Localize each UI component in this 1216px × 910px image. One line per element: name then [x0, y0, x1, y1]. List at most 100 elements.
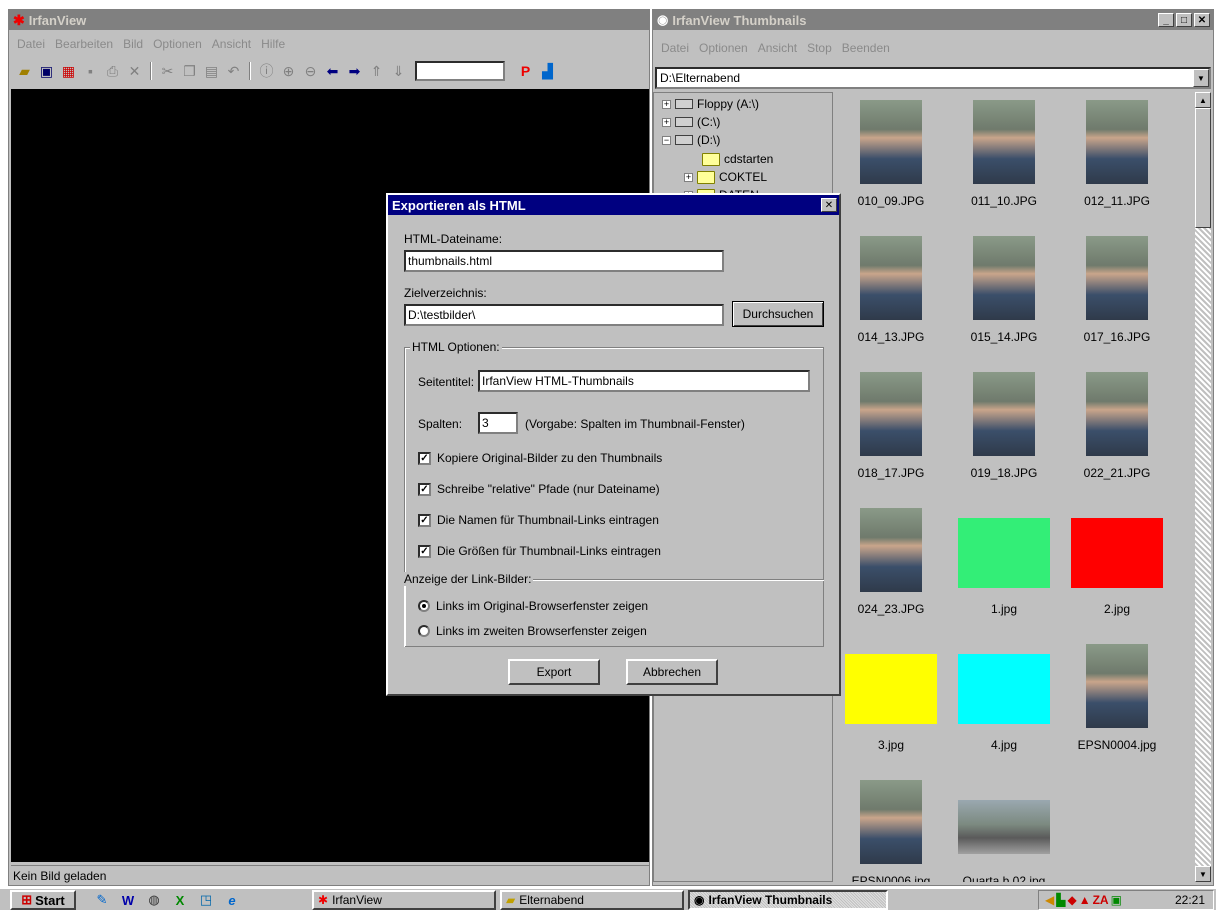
thumbnail-item[interactable]: 010_09.JPG: [835, 100, 947, 234]
tree-item-cdstarten[interactable]: cdstarten: [702, 150, 773, 168]
paint-icon[interactable]: P: [516, 62, 535, 81]
first-file-icon[interactable]: ⇑: [367, 62, 386, 81]
task-irfanview-thumbnails[interactable]: ◉ IrfanView Thumbnails: [688, 890, 888, 910]
word-quicklaunch-icon[interactable]: W: [120, 892, 136, 908]
menu-beenden[interactable]: Beenden: [842, 41, 890, 55]
copy-icon[interactable]: ❐: [180, 62, 199, 81]
thumbnails-icon[interactable]: ▦: [59, 62, 78, 81]
dialog-close-icon[interactable]: ✕: [821, 198, 837, 212]
main-title-bar[interactable]: ✱ IrfanView: [9, 10, 649, 30]
next-arrow-icon[interactable]: ➡: [345, 62, 364, 81]
menu-optionen[interactable]: Optionen: [153, 37, 202, 51]
chevron-down-icon[interactable]: ▼: [1193, 69, 1209, 87]
zonealarm-icon[interactable]: ZA: [1093, 893, 1109, 907]
task-irfanview[interactable]: ✱ IrfanView: [312, 890, 496, 910]
thumbnail-item[interactable]: 011_10.JPG: [948, 100, 1060, 234]
thumbnail-label: EPSN0006.jpg: [851, 874, 931, 882]
thumbnail-item[interactable]: 4.jpg: [948, 644, 1060, 778]
task-elternabend[interactable]: ▰ Elternabend: [500, 890, 684, 910]
tree-item-coktel[interactable]: + COKTEL: [684, 168, 767, 186]
explorer-quicklaunch-icon[interactable]: ◳: [198, 892, 214, 908]
previous-arrow-icon[interactable]: ⬅: [323, 62, 342, 81]
last-file-icon[interactable]: ⇓: [389, 62, 408, 81]
copy-originals-checkbox[interactable]: ✓ Kopiere Original-Bilder zu den Thumbna…: [418, 451, 662, 465]
scroll-up-icon[interactable]: ▲: [1195, 92, 1211, 108]
thumbnail-item[interactable]: 012_11.JPG: [1061, 100, 1173, 234]
thumbnail-item[interactable]: 022_21.JPG: [1061, 372, 1173, 506]
expand-icon[interactable]: +: [662, 117, 671, 127]
paint-quicklaunch-icon[interactable]: ◍: [146, 892, 162, 908]
tray-monitor-icon[interactable]: ▣: [1111, 893, 1122, 907]
folder-path-combo[interactable]: D:\Elternabend ▼: [655, 67, 1211, 89]
zoom-out-icon[interactable]: ⊖: [301, 62, 320, 81]
tree-item-c-drive[interactable]: + (C:\): [662, 113, 720, 131]
thumbnail-item[interactable]: 017_16.JPG: [1061, 236, 1173, 370]
slideshow-icon[interactable]: ▣: [37, 62, 56, 81]
print-icon[interactable]: ⎙: [103, 62, 122, 81]
menu-ansicht[interactable]: Ansicht: [212, 37, 251, 51]
open-folder-icon[interactable]: ▰: [15, 62, 34, 81]
expand-icon[interactable]: +: [662, 99, 671, 109]
columns-input[interactable]: 3: [478, 412, 518, 434]
zoom-in-icon[interactable]: ⊕: [279, 62, 298, 81]
menu-datei[interactable]: Datei: [661, 41, 689, 55]
thumbnail-item[interactable]: EPSN0006.jpg: [835, 780, 947, 882]
thumbnail-item[interactable]: Quarta b 02.jpg: [948, 780, 1060, 882]
export-button[interactable]: Export: [508, 659, 600, 685]
thumbnails-title-bar[interactable]: ◉ IrfanView Thumbnails: [653, 10, 1213, 30]
paste-icon[interactable]: ▤: [202, 62, 221, 81]
cancel-button[interactable]: Abbrechen: [626, 659, 718, 685]
scroll-down-icon[interactable]: ▼: [1195, 866, 1211, 882]
tray-app-icon[interactable]: ◆: [1067, 893, 1076, 907]
radio-original-window[interactable]: Links im Original-Browserfenster zeigen: [418, 599, 648, 613]
dialog-title-bar[interactable]: Exportieren als HTML: [388, 195, 839, 215]
close-button[interactable]: ✕: [1194, 13, 1210, 27]
collapse-icon[interactable]: −: [662, 135, 671, 145]
sizes-links-checkbox[interactable]: ✓ Die Größen für Thumbnail-Links eintrag…: [418, 544, 661, 558]
antivirus-icon[interactable]: ▲: [1079, 893, 1091, 907]
network-icon[interactable]: ▙: [1056, 893, 1065, 907]
menu-hilfe[interactable]: Hilfe: [261, 37, 285, 51]
radio-second-window[interactable]: Links im zweiten Browserfenster zeigen: [418, 624, 647, 638]
thumbnail-item[interactable]: 014_13.JPG: [835, 236, 947, 370]
thumbnail-item[interactable]: 2.jpg: [1061, 508, 1173, 642]
thumbnail-item[interactable]: 1.jpg: [948, 508, 1060, 642]
filename-input[interactable]: thumbnails.html: [404, 250, 724, 272]
names-links-checkbox[interactable]: ✓ Die Namen für Thumbnail-Links eintrage…: [418, 513, 659, 527]
tree-item-floppy[interactable]: + Floppy (A:\): [662, 95, 759, 113]
thumbnail-item[interactable]: 019_18.JPG: [948, 372, 1060, 506]
menu-bearbeiten[interactable]: Bearbeiten: [55, 37, 113, 51]
thumbnail-item[interactable]: 015_14.JPG: [948, 236, 1060, 370]
page-title-input[interactable]: IrfanView HTML-Thumbnails: [478, 370, 810, 392]
excel-quicklaunch-icon[interactable]: X: [172, 892, 188, 908]
start-button[interactable]: ⊞ Start: [10, 890, 76, 910]
vertical-scrollbar[interactable]: ▲ ▼: [1195, 92, 1211, 882]
expand-icon[interactable]: +: [684, 172, 693, 182]
thumbnail-item[interactable]: 018_17.JPG: [835, 372, 947, 506]
info-icon[interactable]: ⓘ: [257, 62, 276, 81]
thumbnail-item[interactable]: 3.jpg: [835, 644, 947, 778]
thumbnail-item[interactable]: EPSN0004.jpg: [1061, 644, 1173, 778]
menu-datei[interactable]: Datei: [17, 37, 45, 51]
menu-bild[interactable]: Bild: [123, 37, 143, 51]
directory-input[interactable]: D:\testbilder\: [404, 304, 724, 326]
toolbar-input[interactable]: [415, 61, 505, 81]
menu-ansicht[interactable]: Ansicht: [758, 41, 797, 55]
scan-icon[interactable]: ▟: [538, 62, 557, 81]
undo-icon[interactable]: ↶: [224, 62, 243, 81]
edit-quicklaunch-icon[interactable]: ✎: [94, 892, 110, 908]
maximize-button[interactable]: □: [1176, 13, 1192, 27]
relative-paths-checkbox[interactable]: ✓ Schreibe "relative" Pfade (nur Dateina…: [418, 482, 660, 496]
cut-icon[interactable]: ✂: [158, 62, 177, 81]
minimize-button[interactable]: _: [1158, 13, 1174, 27]
tree-item-d-drive[interactable]: − (D:\): [662, 131, 720, 149]
menu-optionen[interactable]: Optionen: [699, 41, 748, 55]
thumbnail-item[interactable]: 024_23.JPG: [835, 508, 947, 642]
delete-icon[interactable]: ✕: [125, 62, 144, 81]
scroll-thumb[interactable]: [1195, 108, 1211, 228]
volume-icon[interactable]: ◀: [1045, 893, 1054, 907]
internet-explorer-icon[interactable]: e: [224, 892, 240, 908]
browse-button[interactable]: Durchsuchen: [732, 301, 824, 327]
menu-stop[interactable]: Stop: [807, 41, 832, 55]
save-icon[interactable]: ▪: [81, 62, 100, 81]
